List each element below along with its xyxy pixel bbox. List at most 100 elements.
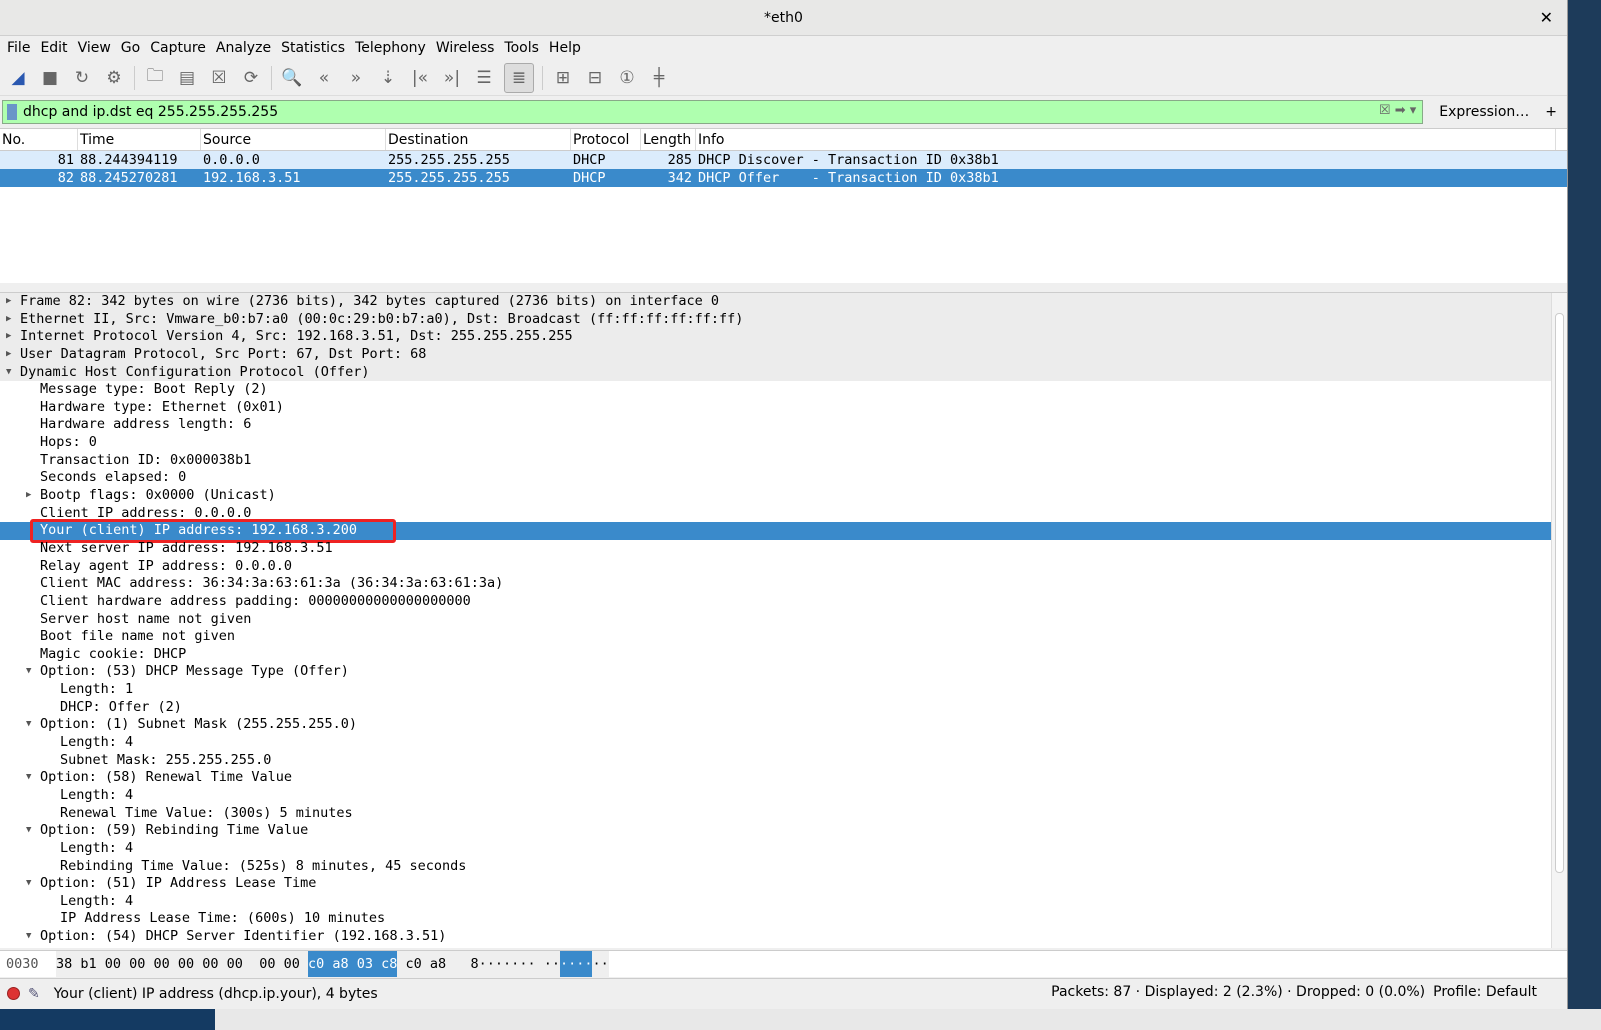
detail-row[interactable]: Length: 4 [0, 840, 1567, 858]
menu-tools[interactable]: Tools [501, 36, 546, 60]
detail-row[interactable]: Your (client) IP address: 192.168.3.200 [0, 519, 1567, 544]
column-header-protocol[interactable]: Protocol [571, 129, 641, 150]
detail-row[interactable]: Hardware type: Ethernet (0x01) [0, 399, 1567, 417]
stop-icon[interactable]: ■ [38, 66, 62, 90]
display-filter-input[interactable]: dhcp and ip.dst eq 255.255.255.255 ☒ ➡ ▾ [2, 100, 1424, 124]
detail-row[interactable]: Magic cookie: DHCP [0, 646, 1567, 664]
expanded-arrow-icon[interactable]: ▼ [26, 875, 31, 893]
expanded-arrow-icon[interactable]: ▼ [26, 716, 31, 734]
column-header-length[interactable]: Length [641, 129, 696, 150]
go-forward-icon[interactable]: » [344, 66, 368, 90]
expanded-arrow-icon[interactable]: ▼ [26, 928, 31, 946]
clear-filter-icon[interactable]: ☒ [1379, 103, 1391, 118]
find-icon[interactable]: 🔍 [280, 66, 304, 90]
detail-row[interactable]: ▶ Internet Protocol Version 4, Src: 192.1… [0, 328, 1567, 346]
detail-row[interactable]: Boot file name not given [0, 628, 1567, 646]
scrollbar-thumb[interactable] [1555, 313, 1564, 873]
menu-view[interactable]: View [75, 36, 118, 60]
autoscroll-icon[interactable]: ☰ [472, 66, 496, 90]
go-back-icon[interactable]: « [312, 66, 336, 90]
profile-label[interactable]: Profile: Default [1425, 984, 1537, 1000]
detail-row[interactable]: Length: 4 [0, 734, 1567, 752]
filter-dropdown-icon[interactable]: ▾ [1410, 103, 1417, 118]
detail-row[interactable]: ▶ User Datagram Protocol, Src Port: 67, D… [0, 345, 1567, 364]
resize-columns-icon[interactable]: ╪ [647, 66, 671, 90]
detail-row[interactable]: ▶ Ethernet II, Src: Vmware_b0:b7:a0 (00:0… [0, 310, 1567, 329]
edit-comment-icon[interactable]: ✎ [28, 986, 40, 1002]
menu-go[interactable]: Go [118, 36, 147, 60]
bookmark-icon[interactable] [7, 104, 17, 120]
go-to-packet-icon[interactable]: ⇣ [376, 66, 400, 90]
zoom-out-icon[interactable]: ⊟ [583, 66, 607, 90]
expression-button[interactable]: Expression… [1423, 104, 1545, 120]
menu-wireless[interactable]: Wireless [433, 36, 502, 60]
detail-row[interactable]: Transaction ID: 0x000038b1 [0, 452, 1567, 470]
add-filter-button[interactable]: + [1545, 104, 1565, 120]
column-header-destination[interactable]: Destination [386, 129, 571, 150]
close-file-icon[interactable]: ☒ [207, 66, 231, 90]
detail-row[interactable]: ▼ Option: (58) Renewal Time Value [0, 769, 1567, 787]
menu-telephony[interactable]: Telephony [352, 36, 433, 60]
detail-row[interactable]: Client MAC address: 36:34:3a:63:61:3a (3… [0, 575, 1567, 593]
collapsed-arrow-icon[interactable]: ▶ [6, 311, 11, 329]
detail-row[interactable]: ▶ Bootp flags: 0x0000 (Unicast) [0, 487, 1567, 505]
expanded-arrow-icon[interactable]: ▼ [26, 822, 31, 840]
collapsed-arrow-icon[interactable]: ▶ [26, 487, 31, 505]
detail-row[interactable]: Rebinding Time Value: (525s) 8 minutes, … [0, 858, 1567, 876]
menu-file[interactable]: File [4, 36, 37, 60]
menu-help[interactable]: Help [546, 36, 588, 60]
packet-row[interactable]: 82 88.245270281 192.168.3.51 255.255.255.25… [0, 169, 1567, 187]
menu-analyze[interactable]: Analyze [213, 36, 278, 60]
last-packet-icon[interactable]: »| [440, 66, 464, 90]
capture-options-icon[interactable]: ⚙ [102, 66, 126, 90]
column-header-source[interactable]: Source [201, 129, 386, 150]
collapsed-arrow-icon[interactable]: ▶ [6, 293, 11, 311]
close-icon[interactable]: ✕ [1540, 0, 1553, 36]
detail-row[interactable]: Relay agent IP address: 0.0.0.0 [0, 558, 1567, 576]
detail-row[interactable]: ▼ Option: (54) DHCP Server Identifier (19… [0, 928, 1567, 946]
column-header-no[interactable]: No. [0, 129, 78, 150]
open-file-icon[interactable]: 🗀 [143, 66, 167, 90]
menu-statistics[interactable]: Statistics [278, 36, 352, 60]
detail-row[interactable]: ▼ Option: (1) Subnet Mask (255.255.255.0) [0, 716, 1567, 734]
detail-row[interactable]: ▼ Option: (53) DHCP Message Type (Offer) [0, 663, 1567, 681]
detail-row[interactable]: Length: 1 [0, 681, 1567, 699]
column-header-time[interactable]: Time [78, 129, 201, 150]
capture-status-icon[interactable] [7, 987, 20, 1000]
detail-row[interactable]: Subnet Mask: 255.255.255.0 [0, 752, 1567, 770]
detail-row[interactable]: Length: 4 [0, 893, 1567, 911]
details-scrollbar[interactable] [1551, 293, 1567, 948]
normal-size-icon[interactable]: ① [615, 66, 639, 90]
detail-row[interactable]: DHCP: Offer (2) [0, 699, 1567, 717]
hex-bytes[interactable]: 38 b1 00 00 00 00 00 00 00 00 c0 a8 03 c… [56, 951, 609, 977]
detail-row[interactable]: ▼ Option: (59) Rebinding Time Value [0, 822, 1567, 840]
detail-row[interactable]: Message type: Boot Reply (2) [0, 381, 1567, 399]
menu-capture[interactable]: Capture [147, 36, 213, 60]
column-header-info[interactable]: Info [696, 129, 1556, 150]
restart-icon[interactable]: ↻ [70, 66, 94, 90]
detail-row[interactable]: Renewal Time Value: (300s) 5 minutes [0, 805, 1567, 823]
detail-row[interactable]: Next server IP address: 192.168.3.51 [0, 540, 1567, 558]
colorize-icon[interactable]: ≣ [504, 62, 534, 93]
detail-row[interactable]: ▼ Option: (51) IP Address Lease Time [0, 875, 1567, 893]
expanded-arrow-icon[interactable]: ▼ [6, 364, 11, 382]
detail-row[interactable]: Seconds elapsed: 0 [0, 469, 1567, 487]
detail-row[interactable]: Server host name not given [0, 611, 1567, 629]
detail-row[interactable]: Hardware address length: 6 [0, 416, 1567, 434]
packet-row[interactable]: 81 88.244394119 0.0.0.0 255.255.255.255 DHCP… [0, 151, 1567, 169]
detail-row[interactable]: Client hardware address padding: 0000000… [0, 593, 1567, 611]
detail-row[interactable]: IP Address Lease Time: (600s) 10 minutes [0, 910, 1567, 928]
expanded-arrow-icon[interactable]: ▼ [26, 663, 31, 681]
detail-row[interactable]: Length: 4 [0, 787, 1567, 805]
collapsed-arrow-icon[interactable]: ▶ [6, 346, 11, 364]
detail-row[interactable]: Hops: 0 [0, 434, 1567, 452]
zoom-in-icon[interactable]: ⊞ [551, 66, 575, 90]
detail-row[interactable]: ▼ Dynamic Host Configuration Protocol (Of… [0, 363, 1567, 382]
apply-filter-icon[interactable]: ➡ [1395, 103, 1406, 118]
expanded-arrow-icon[interactable]: ▼ [26, 769, 31, 787]
collapsed-arrow-icon[interactable]: ▶ [6, 328, 11, 346]
menu-edit[interactable]: Edit [37, 36, 74, 60]
reload-icon[interactable]: ⟳ [239, 66, 263, 90]
shark-fin-start-icon[interactable]: ◢ [6, 66, 30, 90]
save-file-icon[interactable]: ▤ [175, 66, 199, 90]
